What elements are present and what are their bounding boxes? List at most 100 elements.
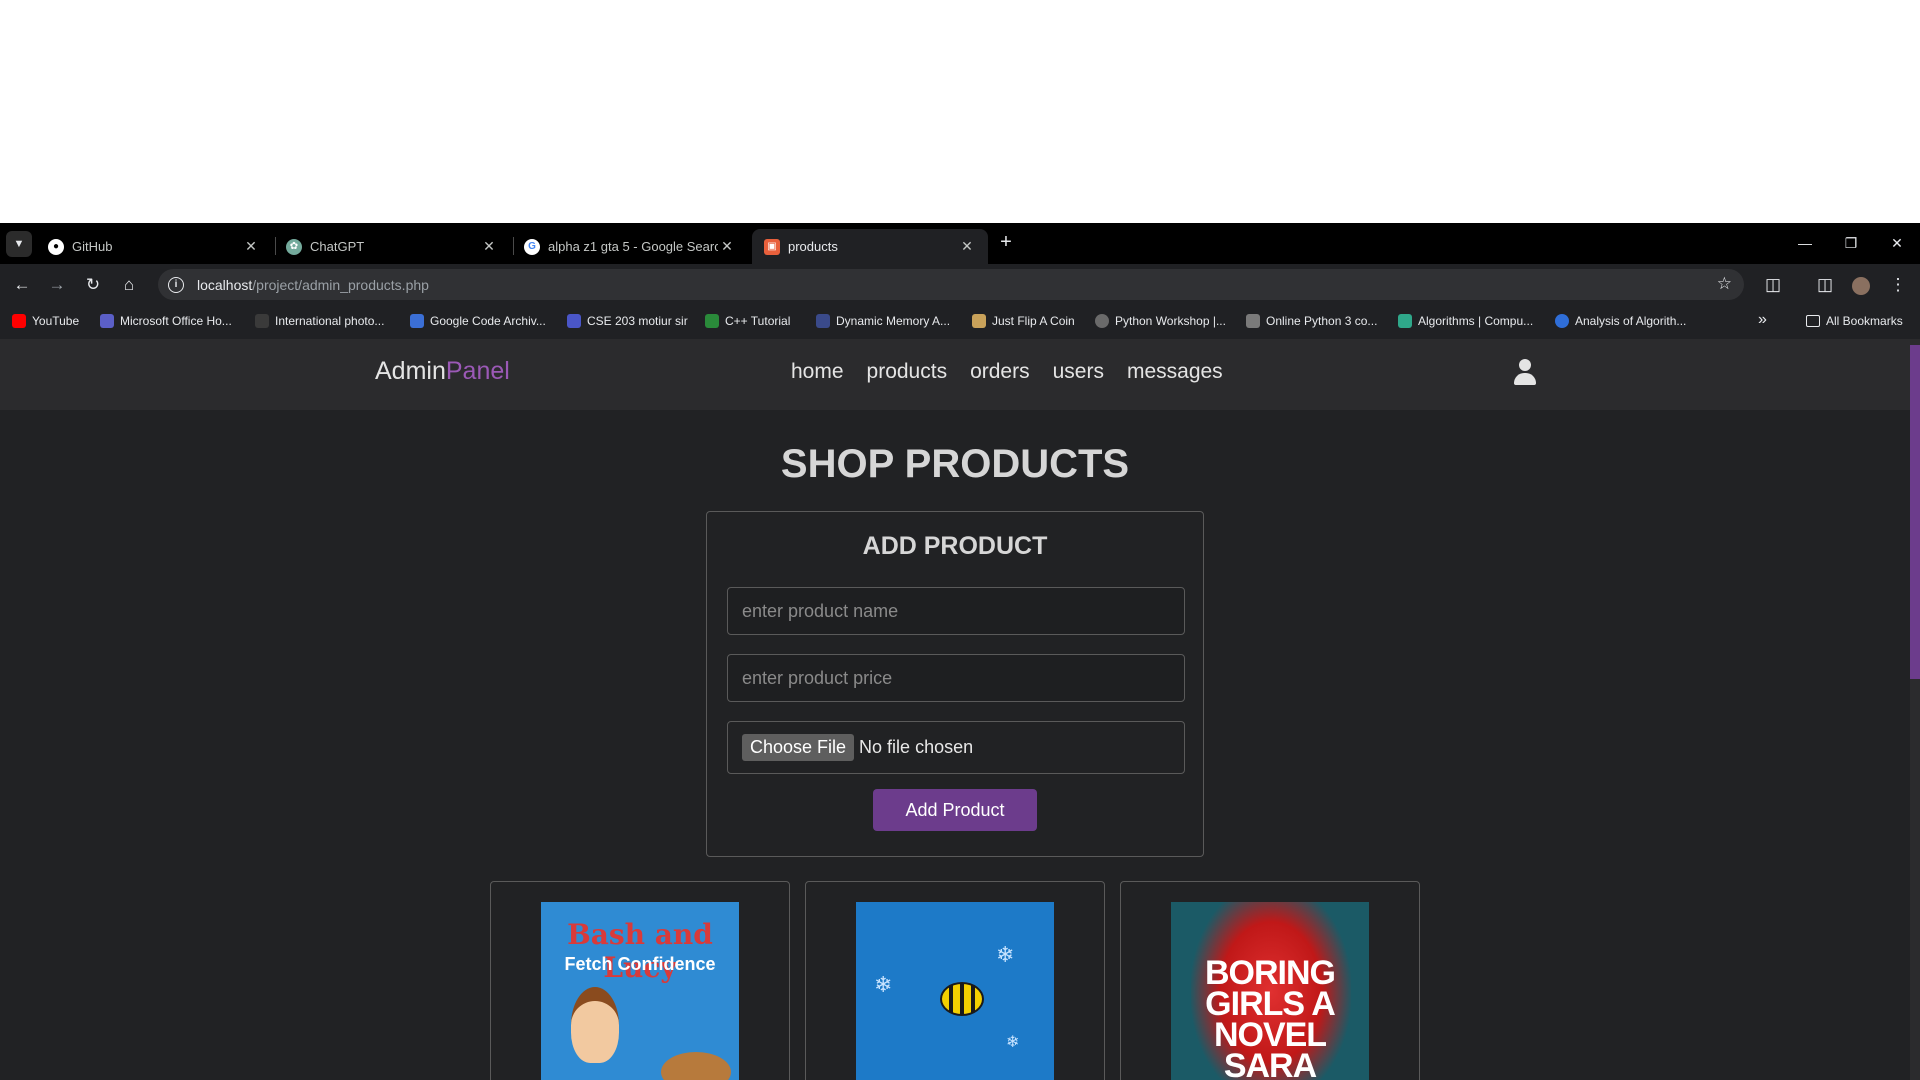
globe-icon (1095, 314, 1109, 328)
chatgpt-icon: ✿ (286, 238, 302, 255)
blank-area-above-window (0, 0, 1920, 223)
product-image: Bash and Lucy Fetch Confidence (541, 902, 739, 1080)
back-arrow-icon[interactable]: ← (9, 272, 35, 298)
c-icon (1555, 314, 1569, 328)
tab-label: products (788, 239, 838, 254)
restore-icon[interactable]: ❐ (1828, 223, 1874, 263)
bookmark-online-python[interactable]: Online Python 3 co... (1246, 314, 1377, 328)
home-icon[interactable]: ⌂ (116, 272, 142, 298)
coin-icon (972, 314, 986, 328)
bookmark-cpp-tutorial[interactable]: C++ Tutorial (705, 314, 790, 328)
product-card: ❄ ❄ ❄ (805, 881, 1105, 1080)
nav-link-products[interactable]: products (867, 360, 948, 384)
code-archive-icon (410, 314, 424, 328)
product-image: BORING GIRLS A NOVEL SARA (1171, 902, 1369, 1080)
add-product-button[interactable]: Add Product (873, 789, 1037, 831)
user-icon-body (1514, 373, 1536, 385)
github-icon: ● (48, 238, 64, 255)
bookmark-cse-203[interactable]: CSE 203 motiur sir (567, 314, 688, 328)
nav-link-home[interactable]: home (791, 360, 844, 384)
extensions-puzzle-icon[interactable]: ◫ (1760, 272, 1786, 298)
tutorial-icon (816, 314, 830, 328)
bookmark-star-icon[interactable]: ☆ (1717, 274, 1732, 294)
nav-link-users[interactable]: users (1053, 360, 1104, 384)
browser-menu-icon[interactable]: ⋮ (1885, 272, 1911, 298)
photo-icon (255, 314, 269, 328)
forward-arrow-icon[interactable]: → (44, 272, 70, 298)
youtube-icon (12, 314, 26, 328)
bookmarks-overflow-icon[interactable]: » (1758, 311, 1767, 329)
close-icon[interactable]: ✕ (480, 238, 498, 255)
bookmark-just-flip-a-coin[interactable]: Just Flip A Coin (972, 314, 1075, 328)
bookmark-youtube[interactable]: YouTube (12, 314, 79, 328)
bookmarks-bar: YouTube Microsoft Office Ho... Internati… (0, 305, 1920, 339)
classroom-icon (567, 314, 581, 328)
admin-header: AdminPanel home products orders users me… (0, 339, 1910, 410)
choose-file-button[interactable]: Choose File (742, 734, 855, 761)
snowflake-icon: ❄ (996, 942, 1015, 967)
new-tab-plus-icon[interactable]: + (994, 231, 1018, 255)
close-icon[interactable]: ✕ (718, 238, 736, 255)
page-icon: ▣ (764, 238, 780, 255)
file-status-text: No file chosen (859, 737, 974, 757)
folder-icon (1806, 315, 1820, 327)
bookmark-google-code-archive[interactable]: Google Code Archiv... (410, 314, 546, 328)
product-price-input[interactable] (727, 654, 1185, 702)
all-bookmarks-folder[interactable]: All Bookmarks (1806, 314, 1903, 328)
browser-toolbar: ← → ↻ ⌂ i localhost/project/admin_produc… (0, 264, 1920, 305)
main-nav: home products orders users messages (791, 360, 1223, 384)
snowflake-icon: ❄ (874, 972, 893, 997)
address-bar[interactable]: i localhost/project/admin_products.php ☆ (158, 269, 1744, 300)
tab-label: ChatGPT (310, 239, 365, 254)
product-image-file-input[interactable]: Choose File No file chosen (727, 721, 1185, 774)
tab-strip: ▼ ● GitHub ✕ ✿ ChatGPT ✕ G alpha z1 gta … (0, 223, 1920, 264)
tab-github[interactable]: ● GitHub ✕ (36, 229, 272, 264)
cover-title: BORING GIRLS A NOVEL SARA (1205, 954, 1336, 1080)
window-close-icon[interactable]: ✕ (1874, 223, 1920, 263)
browser-window: ▼ ● GitHub ✕ ✿ ChatGPT ✕ G alpha z1 gta … (0, 223, 1920, 1080)
nav-link-orders[interactable]: orders (970, 360, 1030, 384)
algorithms-icon (1398, 314, 1412, 328)
bookmark-international-photo[interactable]: International photo... (255, 314, 384, 328)
bookmark-python-workshop[interactable]: Python Workshop |... (1095, 314, 1226, 328)
cover-bee-illustration (940, 982, 984, 1016)
cover-subtitle: Fetch Confidence (564, 954, 716, 974)
cover-dog-illustration (661, 1052, 731, 1080)
snowflake-icon: ❄ (1006, 1034, 1020, 1051)
product-name-input[interactable] (727, 587, 1185, 635)
google-icon: G (524, 238, 540, 255)
tab-chatgpt[interactable]: ✿ ChatGPT ✕ (274, 229, 510, 264)
add-product-title: ADD PRODUCT (862, 532, 1048, 560)
bookmark-algorithms[interactable]: Algorithms | Compu... (1398, 314, 1533, 328)
admin-panel-logo[interactable]: AdminPanel (375, 357, 510, 386)
python-icon (1246, 314, 1260, 328)
bookmark-dynamic-memory[interactable]: Dynamic Memory A... (816, 314, 950, 328)
tab-products[interactable]: ▣ products ✕ (752, 229, 988, 264)
add-product-form: ADD PRODUCT Choose File No file chosen A… (706, 511, 1204, 857)
page-title: SHOP PRODUCTS (780, 442, 1130, 486)
side-panel-icon[interactable]: ◫ (1812, 272, 1838, 298)
tab-google-search[interactable]: G alpha z1 gta 5 - Google Search ✕ (512, 229, 748, 264)
minimize-icon[interactable]: — (1782, 223, 1828, 263)
page-scrollbar-thumb[interactable] (1910, 345, 1920, 679)
user-icon[interactable] (1513, 359, 1537, 387)
tab-label: GitHub (72, 239, 113, 254)
profile-avatar-icon[interactable] (1848, 272, 1874, 298)
nav-link-messages[interactable]: messages (1127, 360, 1223, 384)
site-info-icon[interactable]: i (168, 276, 184, 293)
w3-icon (705, 314, 719, 328)
bookmark-microsoft-office[interactable]: Microsoft Office Ho... (100, 314, 232, 328)
address-url: localhost/project/admin_products.php (197, 276, 429, 293)
product-card: Bash and Lucy Fetch Confidence (490, 881, 790, 1080)
cover-boy-illustration (571, 987, 619, 1063)
office-icon (100, 314, 114, 328)
product-card: BORING GIRLS A NOVEL SARA (1120, 881, 1420, 1080)
reload-icon[interactable]: ↻ (80, 272, 106, 298)
close-icon[interactable]: ✕ (958, 238, 976, 255)
tab-search-button[interactable]: ▼ (6, 231, 32, 257)
product-image: ❄ ❄ ❄ (856, 902, 1054, 1080)
close-icon[interactable]: ✕ (242, 238, 260, 255)
bookmark-analysis-of-algorithms[interactable]: Analysis of Algorith... (1555, 314, 1686, 328)
tab-label: alpha z1 gta 5 - Google Search (548, 239, 718, 254)
web-page: AdminPanel home products orders users me… (0, 339, 1920, 1080)
